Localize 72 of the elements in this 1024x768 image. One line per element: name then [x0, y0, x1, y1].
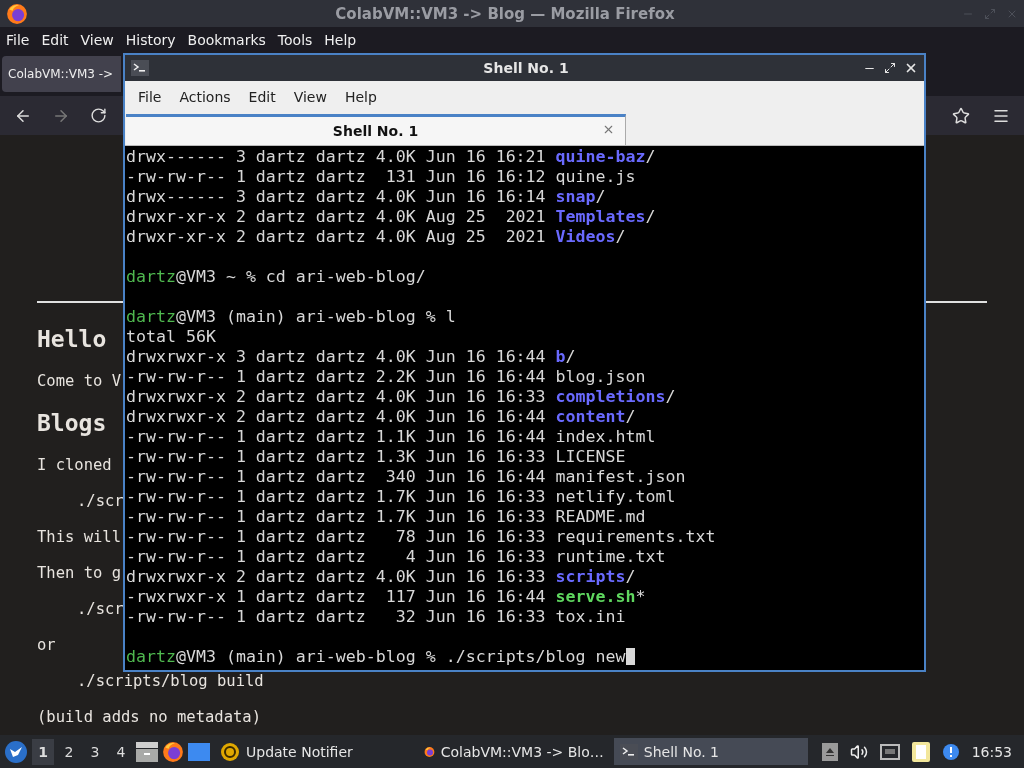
page-text: I cloned	[37, 456, 112, 474]
volume-icon[interactable]	[849, 742, 868, 761]
firefox-icon	[6, 2, 28, 25]
page-heading: Hello	[37, 325, 107, 354]
maximize-icon[interactable]	[884, 62, 896, 74]
terminal-line: drwxr-xr-x 2 dartz dartz 4.0K Aug 25 2021 Videos/	[126, 227, 627, 247]
notification-icon[interactable]	[941, 742, 960, 761]
terminal-prompt-line: dartz@VM3 (main) ari-web-blog % l	[126, 307, 457, 327]
code-line: ./scr	[77, 492, 124, 510]
reload-icon[interactable]	[90, 107, 107, 125]
menu-item[interactable]: Help	[324, 31, 357, 48]
page-text: Then to g	[37, 564, 121, 582]
terminal-prompt-line: dartz@VM3 (main) ari-web-blog % ./scripts/blog new	[126, 647, 924, 667]
workspace-button[interactable]: 3	[84, 738, 106, 765]
terminal-tab[interactable]: Shell No. 1	[126, 114, 626, 145]
code-line: ./scr	[77, 600, 124, 618]
menu-item[interactable]: Tools	[277, 31, 313, 48]
terminal-prompt-line: dartz@VM3 ~ % cd ari-web-blog/	[126, 267, 427, 287]
code-line: ./scripts/blog build	[77, 672, 264, 690]
terminal-line: -rw-rw-r-- 1 dartz dartz 1.3K Jun 16 16:33 LICENSE	[126, 447, 627, 467]
page-text: (build adds no metadata)	[37, 708, 261, 726]
desktop-icon[interactable]	[188, 742, 210, 761]
terminal-line: -rw-rw-r-- 1 dartz dartz 1.7K Jun 16 16:33 README.md	[126, 507, 647, 527]
menu-item[interactable]: Help	[335, 89, 386, 105]
menu-item[interactable]: Edit	[239, 89, 285, 105]
browser-tab[interactable]: ColabVM::VM3 ->	[2, 56, 121, 93]
taskbar-button[interactable]: Shell No. 1	[613, 738, 808, 765]
terminal-line: -rw-rw-r-- 1 dartz dartz 2.2K Jun 16 16:44 blog.json	[126, 367, 647, 387]
close-icon[interactable]	[904, 61, 918, 75]
terminal-line: drwxrwxr-x 2 dartz dartz 4.0K Jun 16 16:33 scripts/	[126, 567, 637, 587]
page-text: or	[37, 636, 56, 654]
menu-item[interactable]: File	[6, 31, 30, 48]
clock: 16:53	[971, 743, 1012, 760]
terminal-line: -rwxrwxr-x 1 dartz dartz 117 Jun 16 16:44 serve.sh*	[126, 587, 647, 607]
file-cabinet-icon[interactable]	[136, 741, 158, 762]
menu-item[interactable]: View	[80, 31, 114, 48]
menu-item[interactable]: View	[284, 89, 336, 105]
terminal-icon	[131, 60, 149, 76]
page-text: Come to V	[37, 372, 121, 390]
terminal-line: -rw-rw-r-- 1 dartz dartz 340 Jun 16 16:44 manifest.json	[126, 467, 687, 487]
clipboard-icon[interactable]	[911, 741, 930, 762]
network-icon[interactable]	[879, 743, 900, 760]
window-title: ColabVM::VM3 -> Blog — Mozilla Firefox	[334, 4, 676, 23]
terminal-line: drwxrwxr-x 2 dartz dartz 4.0K Jun 16 16:44 content/	[126, 407, 637, 427]
workspace-button[interactable]: 4	[110, 738, 132, 765]
terminal-line: drwxr-xr-x 2 dartz dartz 4.0K Aug 25 2021 Templates/	[126, 207, 657, 227]
workspace-button[interactable]: 1	[32, 738, 54, 765]
taskbar-button[interactable]: ColabVM::VM3 -> Blo…	[417, 738, 610, 765]
firefox-icon	[162, 740, 184, 763]
workspace-button[interactable]: 2	[58, 738, 80, 765]
taskbar-button[interactable]: Update Notifier	[214, 738, 404, 765]
terminal-line: -rw-rw-r-- 1 dartz dartz 4 Jun 16 16:33 runtime.txt	[126, 547, 667, 567]
menu-item[interactable]: Edit	[41, 31, 69, 48]
eject-icon[interactable]	[821, 742, 838, 761]
window-title: Shell No. 1	[482, 60, 570, 76]
menu-item[interactable]: Actions	[170, 89, 240, 105]
terminal-line: -rw-rw-r-- 1 dartz dartz 131 Jun 16 16:12 quine.js	[126, 167, 637, 187]
terminal-line: -rw-rw-r-- 1 dartz dartz 1.1K Jun 16 16:44 index.html	[126, 427, 657, 447]
bookmark-star-icon[interactable]	[952, 106, 970, 125]
menu-item[interactable]: History	[125, 31, 176, 48]
menu-item[interactable]: Bookmarks	[187, 31, 266, 48]
page-heading: Blogs	[37, 409, 107, 438]
terminal-line: drwx------ 3 dartz dartz 4.0K Jun 16 16:21 quine-baz/	[126, 147, 657, 167]
terminal-line: drwxrwxr-x 2 dartz dartz 4.0K Jun 16 16:33 completions/	[126, 387, 677, 407]
terminal-line: drwxrwxr-x 3 dartz dartz 4.0K Jun 16 16:44 b/	[126, 347, 577, 367]
terminal-line: -rw-rw-r-- 1 dartz dartz 78 Jun 16 16:33 requirements.txt	[126, 527, 717, 547]
menu-item[interactable]: File	[129, 89, 171, 105]
terminal-line: -rw-rw-r-- 1 dartz dartz 32 Jun 16 16:33 tox.ini	[126, 607, 627, 627]
terminal-line: -rw-rw-r-- 1 dartz dartz 1.7K Jun 16 16:33 netlify.toml	[126, 487, 677, 507]
page-text: This will	[37, 528, 121, 546]
terminal-line: drwx------ 3 dartz dartz 4.0K Jun 16 16:14 snap/	[126, 187, 607, 207]
terminal-line: total 56K	[126, 327, 217, 347]
